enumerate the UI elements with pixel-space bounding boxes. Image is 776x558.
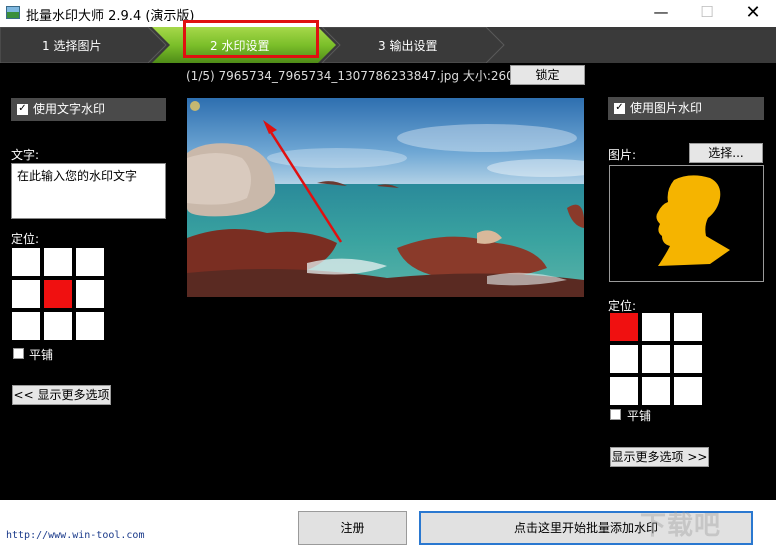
site-watermark: 下载吧 xyxy=(640,511,722,541)
lock-button[interactable]: 锁定 xyxy=(510,65,585,85)
text-position-cell-selected[interactable] xyxy=(44,280,72,308)
image-watermark-label: 使用图片水印 xyxy=(630,101,703,115)
step-bar: 1 选择图片 2 水印设置 3 输出设置 xyxy=(0,27,776,63)
image-preview xyxy=(187,98,584,297)
image-position-cell-selected[interactable] xyxy=(610,313,638,341)
image-position-cell[interactable] xyxy=(610,377,638,405)
text-position-grid xyxy=(12,248,104,340)
image-label: 图片: xyxy=(608,148,637,162)
step-highlight-box xyxy=(183,20,319,58)
image-position-grid xyxy=(610,313,702,405)
image-watermark-checkbox[interactable]: ✓ xyxy=(614,103,625,114)
select-image-button[interactable]: 选择... xyxy=(689,143,763,163)
file-info: (1/5) 7965734_7965734_1307786233847.jpg … xyxy=(186,69,558,83)
show-more-options-left-button[interactable]: << 显示更多选项 xyxy=(12,385,111,405)
image-position-cell[interactable] xyxy=(674,377,702,405)
profile-logo-icon xyxy=(656,175,730,266)
text-position-cell[interactable] xyxy=(76,248,104,276)
text-position-label: 定位: xyxy=(11,232,40,246)
image-watermark-toggle[interactable]: ✓ 使用图片水印 xyxy=(608,97,764,120)
text-position-cell[interactable] xyxy=(44,248,72,276)
image-tile-label: 平铺 xyxy=(627,409,652,423)
image-position-cell[interactable] xyxy=(642,377,670,405)
tab-output-settings[interactable]: 3 输出设置 xyxy=(378,37,437,54)
image-position-cell[interactable] xyxy=(642,345,670,373)
text-watermark-toggle[interactable]: ✓ 使用文字水印 xyxy=(11,98,166,121)
app-icon xyxy=(6,6,20,19)
text-position-cell[interactable] xyxy=(76,280,104,308)
tab-select-images[interactable]: 1 选择图片 xyxy=(42,37,101,54)
title-bar: 批量水印大师 2.9.4 (演示版) — ☐ ✕ xyxy=(0,0,776,27)
text-position-cell[interactable] xyxy=(12,248,40,276)
watermark-image-preview xyxy=(609,165,764,282)
image-position-cell[interactable] xyxy=(610,345,638,373)
text-position-cell[interactable] xyxy=(44,312,72,340)
close-button[interactable]: ✕ xyxy=(730,0,776,27)
register-button[interactable]: 注册 xyxy=(298,511,407,545)
show-more-options-right-button[interactable]: 显示更多选项 >> xyxy=(610,447,709,467)
text-position-cell[interactable] xyxy=(12,312,40,340)
window-title: 批量水印大师 2.9.4 (演示版) xyxy=(26,9,195,24)
image-position-label: 定位: xyxy=(608,299,637,313)
image-position-cell[interactable] xyxy=(642,313,670,341)
image-tile-checkbox[interactable] xyxy=(610,409,621,420)
website-link[interactable]: http://www.win-tool.com xyxy=(6,530,144,541)
seascape-image xyxy=(187,98,584,297)
text-position-cell[interactable] xyxy=(76,312,104,340)
watermark-text-input[interactable]: 在此输入您的水印文字 xyxy=(11,163,166,219)
minimize-button[interactable]: — xyxy=(638,0,684,27)
image-position-cell[interactable] xyxy=(674,345,702,373)
text-label: 文字: xyxy=(11,148,40,162)
text-position-cell[interactable] xyxy=(12,280,40,308)
text-tile-label: 平铺 xyxy=(29,348,54,362)
text-tile-checkbox[interactable] xyxy=(13,348,24,359)
text-watermark-checkbox[interactable]: ✓ xyxy=(17,104,28,115)
image-position-cell[interactable] xyxy=(674,313,702,341)
text-watermark-label: 使用文字水印 xyxy=(33,102,106,116)
maximize-button[interactable]: ☐ xyxy=(684,0,730,27)
